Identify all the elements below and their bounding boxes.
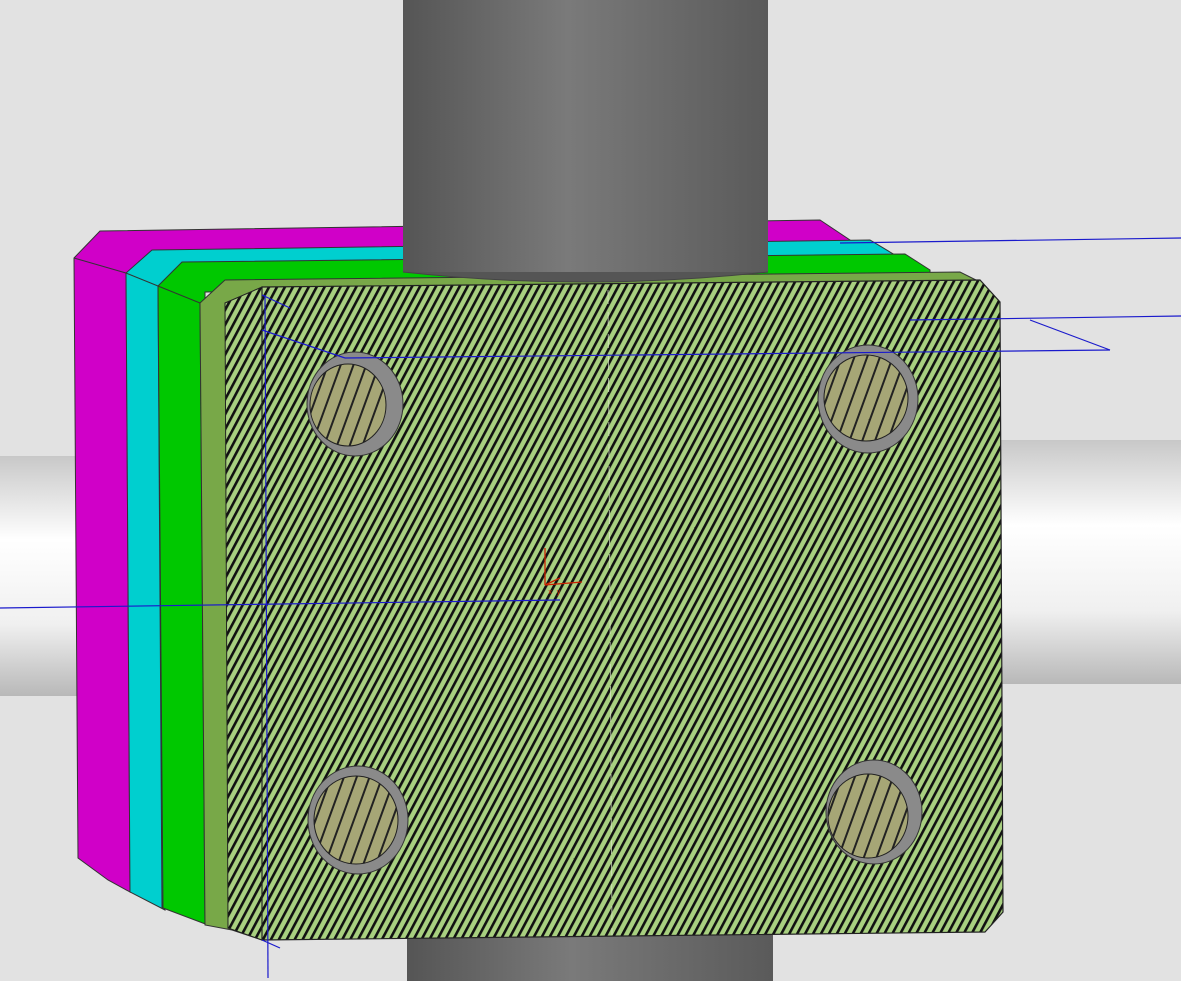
bolt-hole-top-right [817,344,919,454]
bolt-hole-top-left [306,351,404,457]
vertical-shaft [402,0,769,283]
bolt-hole-bottom-left [307,765,409,875]
bolt-hole-bottom-right [825,759,923,865]
axis-triad-label: x y [548,588,561,596]
cad-3d-viewport[interactable]: x y [0,0,1181,981]
section-face-side [224,286,263,941]
